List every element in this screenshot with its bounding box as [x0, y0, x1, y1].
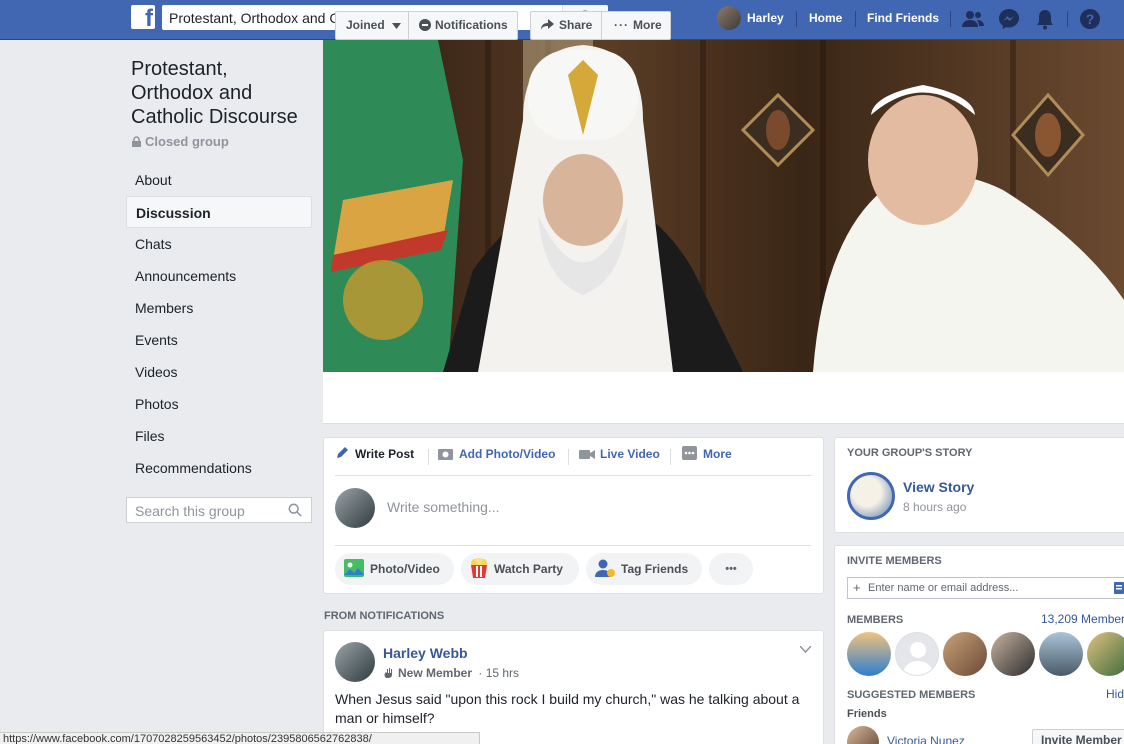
- invite-member-button[interactable]: Invite Member: [1032, 729, 1124, 744]
- group-search-input[interactable]: Search this group: [126, 497, 312, 523]
- member-avatar[interactable]: [943, 632, 987, 676]
- share-button[interactable]: Share: [530, 11, 602, 40]
- group-story-heading: YOUR GROUP'S STORY: [847, 447, 973, 459]
- sidebar-item-photos[interactable]: Photos: [126, 388, 312, 420]
- browser-status-bar: https://www.facebook.com/170702825956345…: [0, 732, 480, 744]
- nav-divider: [950, 11, 951, 27]
- tab-divider: [670, 449, 671, 465]
- photo-icon: [344, 559, 364, 577]
- invite-input[interactable]: + Enter name or email address...: [847, 577, 1124, 599]
- svg-text:?: ?: [1086, 11, 1095, 27]
- suggested-members-heading: SUGGESTED MEMBERS: [847, 689, 976, 701]
- member-avatar[interactable]: [1087, 632, 1124, 676]
- home-link[interactable]: Home: [809, 11, 842, 25]
- pencil-icon: [337, 447, 348, 458]
- sidebar-item-announcements[interactable]: Announcements: [126, 260, 312, 292]
- invite-members-heading: INVITE MEMBERS: [847, 555, 942, 567]
- sidebar-item-files[interactable]: Files: [126, 420, 312, 452]
- new-member-badge: New Member: [398, 666, 473, 680]
- contacts-icon: [1114, 582, 1124, 594]
- sidebar-item-events[interactable]: Events: [126, 324, 312, 356]
- post-time[interactable]: · 15 hrs: [478, 666, 519, 680]
- user-avatar[interactable]: [717, 6, 741, 30]
- hide-suggestions-link[interactable]: Hide: [1106, 687, 1124, 701]
- member-avatar[interactable]: [991, 632, 1035, 676]
- group-search-placeholder: Search this group: [135, 503, 245, 519]
- search-icon: [288, 503, 302, 517]
- tab-live-video[interactable]: Live Video: [579, 446, 660, 462]
- post-options-chevron-icon[interactable]: [800, 646, 811, 653]
- tab-more[interactable]: More: [682, 446, 732, 462]
- post-author-avatar[interactable]: [335, 642, 375, 682]
- member-avatar[interactable]: [1039, 632, 1083, 676]
- wave-hand-icon: [384, 668, 392, 678]
- more-options-pill[interactable]: •••: [709, 553, 753, 585]
- share-icon: [541, 19, 554, 30]
- notifications-off-icon: [419, 19, 431, 31]
- default-profile-icon: [903, 642, 933, 675]
- lock-icon: [132, 136, 141, 147]
- chevron-down-icon: [392, 23, 402, 29]
- more-actions-button[interactable]: ··· More: [601, 11, 671, 40]
- story-thumbnail[interactable]: [847, 472, 895, 520]
- notifications-button[interactable]: Notifications: [408, 11, 518, 40]
- member-avatar[interactable]: [847, 632, 891, 676]
- camera-icon: [438, 449, 453, 460]
- members-heading: MEMBERS: [847, 614, 904, 626]
- find-friends-link[interactable]: Find Friends: [867, 11, 939, 25]
- photo-video-pill[interactable]: Photo/Video: [335, 553, 454, 585]
- user-profile-link[interactable]: Harley: [747, 11, 784, 25]
- sidebar-item-members[interactable]: Members: [126, 292, 312, 324]
- post-meta: New Member · 15 hrs: [383, 666, 519, 680]
- tab-add-photo-video[interactable]: Add Photo/Video: [438, 446, 555, 462]
- nav-divider: [1067, 11, 1068, 27]
- more-box-icon: [682, 446, 697, 460]
- tab-divider: [428, 449, 429, 465]
- group-cover-photo[interactable]: [323, 40, 1124, 372]
- composer-avatar[interactable]: [335, 488, 375, 528]
- friends-subheading: Friends: [847, 708, 887, 720]
- popcorn-icon: [471, 557, 487, 578]
- member-avatar-placeholder[interactable]: [895, 632, 939, 676]
- sidebar-item-about[interactable]: About: [126, 164, 312, 196]
- plus-icon: +: [853, 580, 861, 595]
- help-icon[interactable]: ?: [1078, 7, 1102, 31]
- view-story-link[interactable]: View Story: [903, 479, 974, 495]
- sidebar-item-discussion[interactable]: Discussion: [126, 196, 312, 228]
- from-notifications-heading: FROM NOTIFICATIONS: [324, 610, 445, 622]
- video-camera-icon: [579, 450, 595, 459]
- nav-divider: [855, 11, 856, 27]
- friend-requests-icon[interactable]: [961, 7, 985, 31]
- notifications-bell-icon[interactable]: [1033, 7, 1057, 31]
- messenger-icon[interactable]: [997, 7, 1021, 31]
- composer-divider: [335, 475, 811, 476]
- tag-friends-pill[interactable]: Tag Friends: [586, 553, 702, 585]
- group-action-bar: [323, 372, 1124, 424]
- group-privacy-label: Closed group: [132, 134, 229, 149]
- nav-divider: [796, 11, 797, 27]
- watch-party-pill[interactable]: Watch Party: [461, 553, 579, 585]
- tab-write-post[interactable]: Write Post: [335, 446, 414, 462]
- sidebar-item-videos[interactable]: Videos: [126, 356, 312, 388]
- composer-input[interactable]: Write something...: [387, 499, 500, 515]
- group-sidebar-nav: About Discussion Chats Announcements Mem…: [126, 164, 312, 484]
- more-dots-icon: ···: [614, 18, 629, 32]
- post-author-name[interactable]: Harley Webb: [383, 645, 468, 661]
- tag-friends-icon: [595, 559, 615, 577]
- tab-divider: [568, 449, 569, 465]
- suggested-member-name[interactable]: Victoria Nunez: [887, 734, 965, 744]
- cover-illustration: [323, 40, 1124, 372]
- group-title[interactable]: Protestant, Orthodox and Catholic Discou…: [131, 57, 311, 129]
- sidebar-item-chats[interactable]: Chats: [126, 228, 312, 260]
- post-text: When Jesus said "upon this rock I build …: [335, 691, 800, 726]
- sidebar-item-recommendations[interactable]: Recommendations: [126, 452, 312, 484]
- composer-divider: [335, 545, 811, 546]
- members-count-link[interactable]: 13,209 Members: [1041, 612, 1124, 626]
- facebook-logo-icon[interactable]: f: [131, 5, 155, 29]
- joined-button[interactable]: Joined: [335, 11, 409, 40]
- story-time: 8 hours ago: [903, 500, 967, 514]
